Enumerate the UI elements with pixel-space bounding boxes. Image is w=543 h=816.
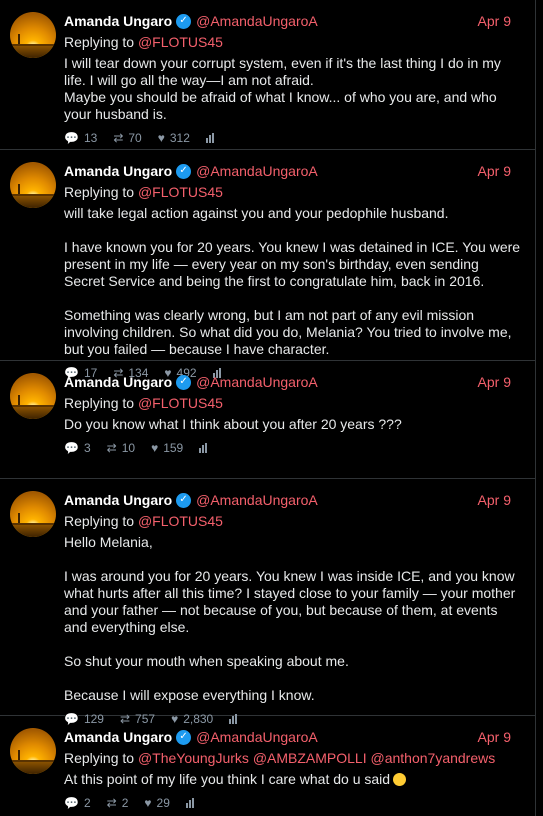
retweet-icon: ⇄ bbox=[113, 131, 124, 145]
reply-count: 2 bbox=[83, 796, 91, 810]
author-handle[interactable]: @AmandaUngaroA bbox=[196, 12, 318, 30]
tweet[interactable]: Amanda Ungaro ✓ @AmandaUngaroA Apr 9 Rep… bbox=[0, 0, 535, 150]
author-name[interactable]: Amanda Ungaro bbox=[64, 728, 172, 746]
author-name[interactable]: Amanda Ungaro bbox=[64, 491, 172, 509]
tweet-text-content: At this point of my life you think I car… bbox=[64, 771, 391, 787]
tweet[interactable]: Amanda Ungaro ✓ @AmandaUngaroA Apr 9 Rep… bbox=[0, 361, 535, 479]
replying-prefix: Replying to bbox=[64, 184, 135, 200]
tweet-date[interactable]: Apr 9 bbox=[478, 162, 523, 180]
replying-to: Replying to @FLOTUS45 bbox=[64, 512, 523, 530]
like-count: 159 bbox=[163, 441, 184, 455]
replying-prefix: Replying to bbox=[64, 34, 135, 50]
mention-link[interactable]: @TheYoungJurks bbox=[138, 750, 249, 766]
author-handle[interactable]: @AmandaUngaroA bbox=[196, 162, 318, 180]
verified-badge-icon: ✓ bbox=[176, 13, 192, 29]
tweet-actions: 💬 2 ⇄ 2 ♥ 29 bbox=[64, 796, 523, 810]
replying-to: Replying to @TheYoungJurks @AMBZAMPOLLI … bbox=[64, 749, 523, 767]
retweet-count: 10 bbox=[121, 441, 136, 455]
replying-to: Replying to @FLOTUS45 bbox=[64, 33, 523, 51]
tweet-date[interactable]: Apr 9 bbox=[478, 12, 523, 30]
reply-count: 3 bbox=[83, 441, 91, 455]
retweet-icon: ⇄ bbox=[106, 441, 117, 455]
bar-chart-icon[interactable] bbox=[199, 443, 208, 453]
avatar[interactable] bbox=[10, 373, 56, 419]
verified-badge-icon: ✓ bbox=[176, 492, 192, 508]
like-count: 312 bbox=[169, 131, 190, 145]
speech-bubble-icon: 💬 bbox=[64, 441, 79, 455]
bar-chart-icon[interactable] bbox=[205, 133, 214, 143]
replying-to: Replying to @FLOTUS45 bbox=[64, 394, 523, 412]
author-name[interactable]: Amanda Ungaro bbox=[64, 373, 172, 391]
reply-count: 13 bbox=[83, 131, 98, 145]
tweet-date[interactable]: Apr 9 bbox=[478, 491, 523, 509]
like-button[interactable]: ♥ 29 bbox=[144, 796, 169, 810]
avatar[interactable] bbox=[10, 162, 56, 208]
mention-link[interactable]: @FLOTUS45 bbox=[138, 395, 223, 411]
verified-badge-icon: ✓ bbox=[176, 163, 192, 179]
tweet-text: Hello Melania, I was around you for 20 y… bbox=[64, 534, 516, 703]
tweet-text: will take legal action against you and y… bbox=[64, 205, 521, 357]
reply-button[interactable]: 💬 2 bbox=[64, 796, 91, 810]
like-button[interactable]: ♥ 159 bbox=[151, 441, 183, 455]
like-count: 29 bbox=[156, 796, 170, 810]
tweet-text: Do you know what I think about you after… bbox=[64, 416, 402, 432]
mention-link[interactable]: @AMBZAMPOLLI bbox=[253, 750, 367, 766]
retweet-button[interactable]: ⇄ 70 bbox=[113, 131, 141, 145]
heart-icon: ♥ bbox=[151, 441, 159, 455]
retweet-button[interactable]: ⇄ 2 bbox=[107, 796, 129, 810]
like-button[interactable]: ♥ 312 bbox=[158, 131, 190, 145]
speech-bubble-icon: 💬 bbox=[64, 796, 79, 810]
replying-prefix: Replying to bbox=[64, 513, 135, 529]
mention-link[interactable]: @anthon7yandrews bbox=[371, 750, 496, 766]
speech-bubble-icon: 💬 bbox=[64, 131, 79, 145]
reply-button[interactable]: 💬 13 bbox=[64, 131, 97, 145]
mention-link[interactable]: @FLOTUS45 bbox=[138, 34, 223, 50]
mention-link[interactable]: @FLOTUS45 bbox=[138, 184, 223, 200]
tweet-header: Amanda Ungaro ✓ @AmandaUngaroA Apr 9 bbox=[64, 162, 523, 180]
tweet-actions: 💬 3 ⇄ 10 ♥ 159 bbox=[64, 441, 523, 455]
tweet-feed: Amanda Ungaro ✓ @AmandaUngaroA Apr 9 Rep… bbox=[0, 0, 536, 816]
tweet[interactable]: Amanda Ungaro ✓ @AmandaUngaroA Apr 9 Rep… bbox=[0, 716, 535, 816]
avatar[interactable] bbox=[10, 12, 56, 58]
heart-icon: ♥ bbox=[144, 796, 152, 810]
tweet-header: Amanda Ungaro ✓ @AmandaUngaroA Apr 9 bbox=[64, 728, 523, 746]
mention-link[interactable]: @FLOTUS45 bbox=[138, 513, 223, 529]
verified-badge-icon: ✓ bbox=[176, 729, 192, 745]
replying-to: Replying to @FLOTUS45 bbox=[64, 183, 523, 201]
author-handle[interactable]: @AmandaUngaroA bbox=[196, 728, 318, 746]
tweet-date[interactable]: Apr 9 bbox=[478, 728, 523, 746]
replying-prefix: Replying to bbox=[64, 395, 135, 411]
tweet[interactable]: Amanda Ungaro ✓ @AmandaUngaroA Apr 9 Rep… bbox=[0, 479, 535, 726]
face-emoji-icon bbox=[393, 773, 407, 786]
tweet[interactable]: Amanda Ungaro ✓ @AmandaUngaroA Apr 9 Rep… bbox=[0, 150, 535, 380]
reply-button[interactable]: 💬 3 bbox=[64, 441, 91, 455]
replying-prefix: Replying to bbox=[64, 750, 135, 766]
tweet-text: At this point of my life you think I car… bbox=[64, 771, 523, 788]
author-name[interactable]: Amanda Ungaro bbox=[64, 12, 172, 30]
tweet-text: I will tear down your corrupt system, ev… bbox=[64, 55, 501, 122]
author-name[interactable]: Amanda Ungaro bbox=[64, 162, 172, 180]
tweet-header: Amanda Ungaro ✓ @AmandaUngaroA Apr 9 bbox=[64, 373, 523, 391]
tweet-date[interactable]: Apr 9 bbox=[478, 373, 523, 391]
verified-badge-icon: ✓ bbox=[176, 374, 192, 390]
retweet-count: 2 bbox=[121, 796, 129, 810]
retweet-icon: ⇄ bbox=[106, 796, 117, 810]
tweet-header: Amanda Ungaro ✓ @AmandaUngaroA Apr 9 bbox=[64, 12, 523, 30]
author-handle[interactable]: @AmandaUngaroA bbox=[196, 373, 318, 391]
tweet-actions: 💬 13 ⇄ 70 ♥ 312 bbox=[64, 131, 523, 145]
heart-icon: ♥ bbox=[157, 131, 165, 145]
retweet-count: 70 bbox=[128, 131, 142, 145]
avatar[interactable] bbox=[10, 728, 56, 774]
avatar[interactable] bbox=[10, 491, 56, 537]
author-handle[interactable]: @AmandaUngaroA bbox=[196, 491, 318, 509]
tweet-header: Amanda Ungaro ✓ @AmandaUngaroA Apr 9 bbox=[64, 491, 523, 509]
retweet-button[interactable]: ⇄ 10 bbox=[107, 441, 135, 455]
